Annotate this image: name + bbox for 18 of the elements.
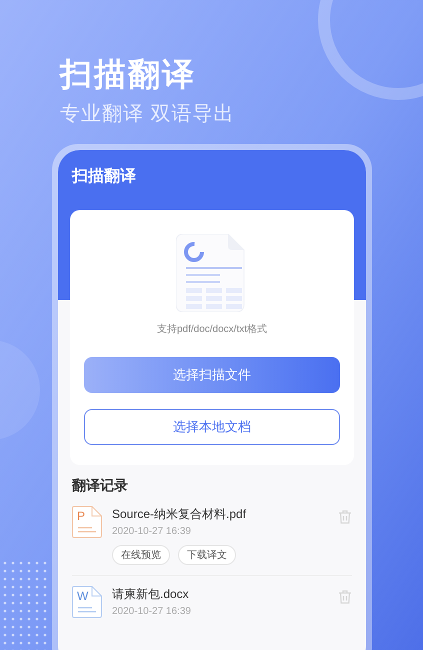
trash-icon[interactable] <box>338 510 352 524</box>
file-icon <box>72 506 102 538</box>
file-type-letter: W <box>77 589 88 603</box>
file-time: 2020-10-27 16:39 <box>112 525 192 539</box>
file-icon <box>72 586 102 618</box>
file-name[interactable]: 请柬新包.docx <box>112 586 328 602</box>
app-title: 扫描翻译 <box>72 166 137 187</box>
preview-button[interactable]: 在线预览 <box>112 545 170 565</box>
headline: 扫描翻译 <box>60 55 197 94</box>
section-title: 翻译记录 <box>70 476 129 495</box>
file-type-letter: P <box>77 509 86 523</box>
subheadline: 专业翻译 双语导出 <box>60 102 236 127</box>
local-document-button[interactable]: 选择本地文档 <box>84 409 340 445</box>
format-hint: 支持pdf/doc/docx/txt格式 <box>156 322 268 337</box>
download-button[interactable]: 下载译文 <box>178 545 236 565</box>
file-name[interactable]: Source-纳米复合材料.pdf <box>112 506 328 522</box>
trash-icon[interactable] <box>338 590 352 604</box>
file-time: 2020-10-27 16:39 <box>112 605 192 619</box>
